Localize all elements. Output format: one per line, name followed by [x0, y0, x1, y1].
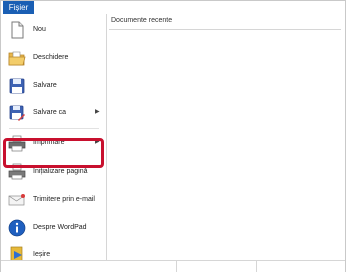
submenu-arrow-icon: ▶: [95, 109, 100, 115]
status-bar: [1, 260, 345, 272]
menubar: Fișier: [1, 1, 345, 14]
menu-item-label: Salvare: [33, 82, 57, 89]
info-icon: [8, 219, 26, 237]
status-divider: [256, 261, 257, 272]
menu-item-open[interactable]: Deschidere: [1, 46, 106, 70]
menu-item-label: Salvare ca: [33, 109, 67, 116]
menu-item-label: Despre WordPad: [33, 224, 87, 231]
recent-documents-panel: Documente recente: [107, 14, 345, 260]
new-document-icon: [8, 21, 26, 39]
print-highlight-box: [3, 138, 104, 168]
menu-item-label: Nou: [33, 26, 46, 33]
menu-item-save[interactable]: Salvare: [1, 74, 106, 98]
menu-item-label: Trimitere prin e-mail: [33, 196, 95, 203]
menu-item-label: Deschidere: [33, 54, 69, 61]
file-menu: Nou Deschidere Salvare Salvare ca ▶ Impr…: [1, 14, 107, 263]
status-divider: [176, 261, 177, 272]
save-floppy-icon: [8, 77, 26, 95]
menu-item-about[interactable]: Despre WordPad: [1, 216, 106, 240]
menu-separator: [9, 128, 99, 129]
open-folder-icon: [8, 49, 26, 67]
recent-title-divider: [109, 29, 341, 30]
email-icon: [8, 191, 26, 209]
save-as-icon: [8, 104, 26, 122]
file-tab[interactable]: Fișier: [3, 1, 34, 14]
menu-item-save-as[interactable]: Salvare ca ▶: [1, 101, 106, 125]
wordpad-window: Fișier Nou Deschidere Salvare Salvare ca…: [0, 0, 346, 272]
menu-item-send-email[interactable]: Trimitere prin e-mail: [1, 188, 106, 212]
menu-item-label: Ieșire: [33, 251, 51, 258]
menu-item-new[interactable]: Nou: [1, 18, 106, 42]
recent-documents-title: Documente recente: [111, 17, 173, 24]
